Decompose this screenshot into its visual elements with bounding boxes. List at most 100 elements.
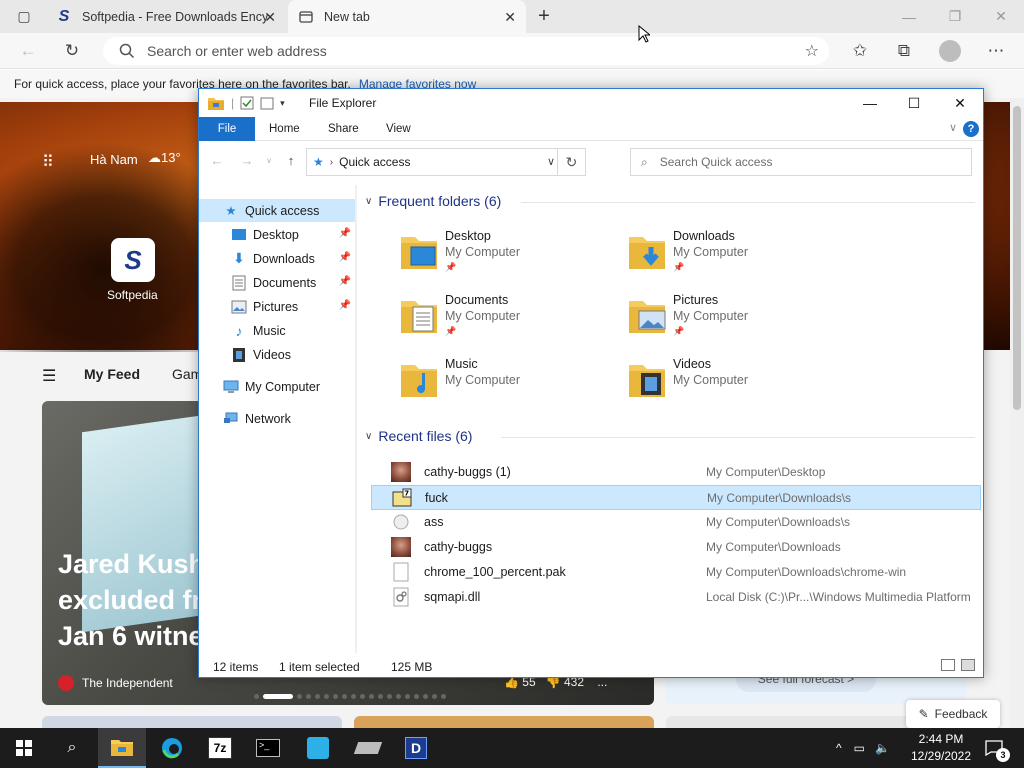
browser-restore-icon[interactable]: ❐ [932, 0, 978, 33]
tab-softpedia[interactable]: S Softpedia - Free Downloads Ency ✕ [46, 0, 286, 33]
folder-videos[interactable]: Videos My Computer [627, 355, 847, 413]
tab-actions-icon[interactable]: ▢ [12, 4, 36, 28]
feed-tab-my-feed[interactable]: My Feed [84, 366, 140, 382]
breadcrumb-quick-access[interactable]: Quick access [339, 155, 410, 169]
notifications-icon[interactable]: 3 [982, 736, 1010, 762]
back-icon[interactable]: ← [209, 152, 225, 168]
start-button[interactable] [0, 728, 48, 768]
recent-file-row[interactable]: chrome_100_percent.pak My Computer\Downl… [371, 560, 981, 585]
explorer-search-input[interactable]: ⌕ Search Quick access [630, 148, 972, 176]
terminal-taskbar-icon[interactable]: >_ [244, 728, 292, 768]
bottom-cards [0, 716, 1010, 728]
nav-item-network[interactable]: Network [199, 407, 355, 430]
nav-item-music[interactable]: ♪ Music [199, 319, 355, 342]
page-scrollbar[interactable] [1010, 98, 1024, 728]
add-favorite-icon[interactable]: ☆ [805, 41, 819, 61]
frequent-folders-header[interactable]: ∨ Frequent folders (6) [365, 193, 975, 209]
file-explorer-taskbar-icon[interactable] [98, 728, 146, 768]
explorer-address-bar[interactable]: ★ › Quick access ∨ ↻ [306, 148, 586, 176]
star-icon: ★ [225, 204, 237, 218]
hamburger-menu-icon[interactable]: ☰ [42, 366, 56, 386]
network-tray-icon[interactable]: ▭ [854, 741, 865, 755]
forward-icon[interactable]: → [239, 152, 255, 168]
recent-file-row[interactable]: ass My Computer\Downloads\s [371, 510, 981, 535]
refresh-icon[interactable]: ↻ [557, 149, 585, 175]
refresh-icon[interactable]: ↻ [60, 39, 84, 63]
file-name: fuck [425, 491, 448, 505]
carousel-dots[interactable] [254, 692, 446, 700]
d-app-taskbar-icon[interactable]: D [392, 728, 440, 768]
news-source: The Independent [58, 675, 173, 691]
app-taskbar-icon[interactable] [294, 728, 342, 768]
favorites-icon[interactable]: ✩ [848, 39, 872, 63]
ribbon-tab-file[interactable]: File [199, 117, 255, 141]
nav-pane-divider[interactable] [355, 185, 357, 653]
nav-label: Network [245, 411, 291, 426]
drive-taskbar-icon[interactable] [344, 728, 392, 768]
browser-close-icon[interactable]: ✕ [978, 0, 1024, 33]
recent-file-row[interactable]: cathy-buggs (1) My Computer\Desktop [371, 460, 981, 485]
recent-file-row[interactable]: sqmapi.dll Local Disk (C:)\Pr...\Windows… [371, 585, 981, 610]
new-folder-icon[interactable] [260, 96, 274, 110]
recent-locations-icon[interactable]: ∨ [261, 152, 277, 168]
volume-icon[interactable]: 🔈 [875, 741, 890, 755]
nav-item-desktop[interactable]: Desktop 📌 [199, 223, 355, 246]
folder-downloads[interactable]: Downloads My Computer 📌 [627, 227, 847, 285]
profile-avatar-icon[interactable] [938, 39, 962, 63]
properties-check-icon[interactable] [240, 96, 254, 110]
back-arrow-icon[interactable]: ← [16, 39, 40, 63]
nav-item-pictures[interactable]: Pictures 📌 [199, 295, 355, 318]
expand-ribbon-icon[interactable]: ∨ [949, 121, 957, 134]
recent-files-header[interactable]: ∨ Recent files (6) [365, 428, 975, 444]
details-view-icon[interactable] [941, 659, 955, 671]
show-hidden-icons-icon[interactable]: ^ [836, 741, 842, 755]
edge-taskbar-icon[interactable] [148, 728, 196, 768]
recent-file-row[interactable]: cathy-buggs My Computer\Downloads [371, 535, 981, 560]
nav-item-quick-access[interactable]: ★ Quick access [199, 199, 355, 222]
folder-pictures[interactable]: Pictures My Computer 📌 [627, 291, 847, 349]
news-headline[interactable]: Jared Kushr excluded fr Jan 6 witne [58, 546, 216, 654]
ribbon-tab-home[interactable]: Home [269, 117, 300, 141]
folder-music[interactable]: Music My Computer [399, 355, 619, 413]
explorer-maximize-icon[interactable]: ☐ [891, 89, 937, 117]
7zip-taskbar-icon[interactable]: 7z [196, 728, 244, 768]
weather-location[interactable]: Hà Nam [90, 152, 138, 167]
large-icons-view-icon[interactable] [961, 659, 975, 671]
browser-minimize-icon[interactable]: — [886, 0, 932, 33]
close-tab-icon[interactable]: ✕ [504, 9, 516, 26]
search-taskbar-icon[interactable]: ⌕ [48, 728, 96, 768]
address-bar[interactable]: Search or enter web address ☆ [103, 37, 829, 65]
nav-item-my-computer[interactable]: My Computer [199, 375, 355, 398]
softpedia-shortcut-icon[interactable]: S [111, 238, 155, 282]
feedback-button[interactable]: ✎ Feedback [906, 700, 1000, 728]
new-tab-button[interactable]: + [532, 4, 556, 28]
nav-item-downloads[interactable]: ⬇ Downloads 📌 [199, 247, 355, 270]
pin-icon: 📌 [338, 300, 351, 311]
close-tab-icon[interactable]: ✕ [264, 9, 276, 26]
nav-item-videos[interactable]: Videos [199, 343, 355, 366]
mouse-cursor-icon [638, 25, 650, 43]
customize-toolbar-icon[interactable]: ▾ [280, 98, 285, 109]
weather-temp[interactable]: ☁13° [148, 150, 181, 166]
tab-new-tab[interactable]: New tab ✕ [288, 0, 526, 33]
explorer-close-icon[interactable]: ✕ [937, 89, 983, 117]
apps-grid-icon[interactable]: ⠿ [42, 152, 54, 172]
taskbar-clock[interactable]: 2:44 PM 12/29/2022 [906, 731, 976, 765]
address-dropdown-icon[interactable]: ∨ [547, 155, 555, 168]
ribbon-tab-view[interactable]: View [386, 117, 411, 141]
search-placeholder: Search Quick access [659, 155, 773, 169]
nav-item-documents[interactable]: Documents 📌 [199, 271, 355, 294]
collections-icon[interactable]: ⧉ [892, 39, 916, 63]
explorer-minimize-icon[interactable]: — [847, 89, 893, 117]
ribbon-tab-share[interactable]: Share [328, 117, 359, 141]
settings-menu-icon[interactable]: ⋯ [984, 39, 1008, 63]
up-arrow-icon[interactable]: ↑ [283, 152, 299, 168]
recent-file-row-selected[interactable]: 7 fuck My Computer\Downloads\s [371, 485, 981, 510]
file-path: Local Disk (C:)\Pr...\Windows Multimedia… [706, 590, 971, 604]
explorer-title-bar[interactable]: | ▾ File Explorer — ☐ ✕ [199, 89, 983, 117]
folder-documents[interactable]: Documents My Computer 📌 [399, 291, 619, 349]
system-tray: ^ ▭ 🔈 [836, 728, 890, 768]
softpedia-shortcut-label[interactable]: Softpedia [107, 288, 158, 302]
folder-desktop[interactable]: Desktop My Computer 📌 [399, 227, 619, 285]
help-icon[interactable]: ? [963, 121, 979, 137]
